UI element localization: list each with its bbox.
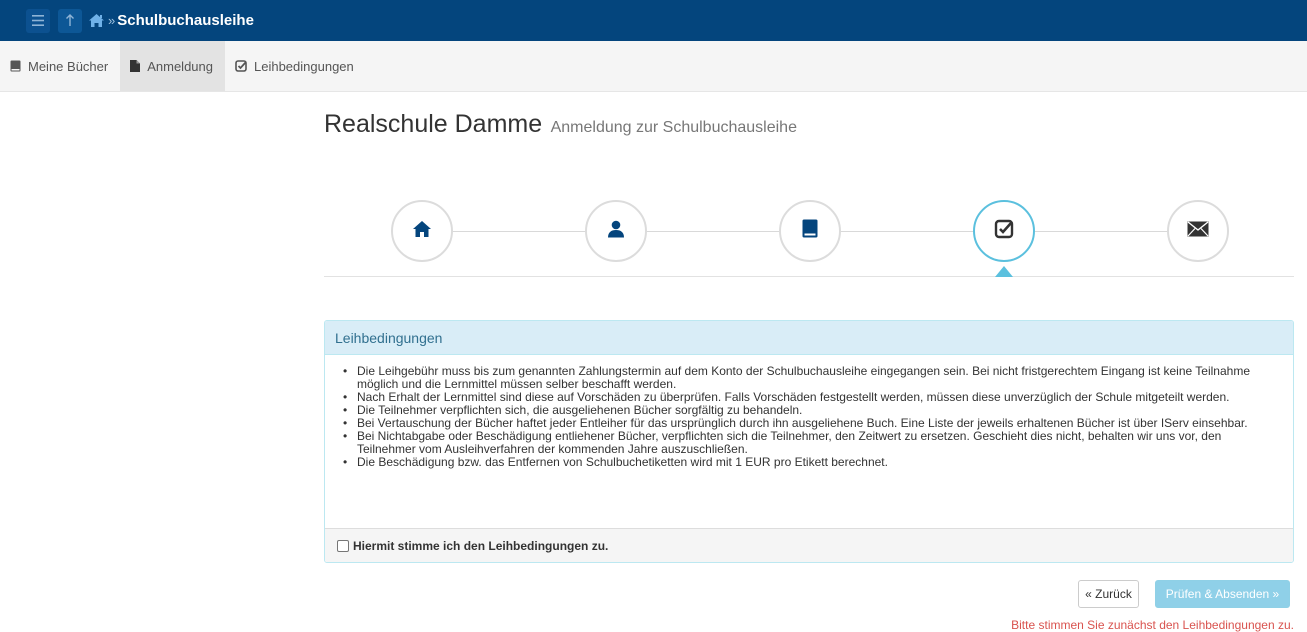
- page-title: Realschule Damme Anmeldung zur Schulbuch…: [324, 110, 797, 139]
- panel-body: Die Leihgebühr muss bis zum genannten Za…: [325, 355, 1293, 528]
- breadcrumb-title[interactable]: Schulbuchausleihe: [117, 12, 254, 29]
- submit-button[interactable]: Prüfen & Absenden »: [1155, 580, 1290, 608]
- list-item: Die Leihgebühr muss bis zum genannten Za…: [339, 365, 1273, 391]
- list-item: Die Beschädigung bzw. das Entfernen von …: [339, 456, 1273, 470]
- home-icon[interactable]: [88, 13, 105, 28]
- wizard-step-home[interactable]: [391, 200, 453, 262]
- home-icon: [412, 220, 432, 243]
- wizard-step-books[interactable]: [779, 200, 841, 262]
- conditions-list: Die Leihgebühr muss bis zum genannten Za…: [339, 365, 1273, 470]
- wizard-step-user[interactable]: [585, 200, 647, 262]
- tab-label: Meine Bücher: [28, 58, 109, 74]
- agreement-row: Hiermit stimme ich den Leihbedingungen z…: [325, 528, 1293, 562]
- school-name: Realschule Damme: [324, 110, 543, 138]
- agree-checkbox[interactable]: [337, 540, 349, 552]
- check-square-icon: [235, 60, 247, 72]
- wizard-step-submit[interactable]: [1167, 200, 1229, 262]
- breadcrumb-separator: »: [108, 13, 116, 28]
- book-icon: [10, 60, 21, 72]
- tab-label: Anmeldung: [147, 58, 213, 74]
- file-icon: [130, 60, 141, 72]
- hamburger-icon[interactable]: [26, 8, 50, 33]
- panel-title: Leihbedingungen: [325, 321, 1293, 355]
- tab-meine-buecher[interactable]: Meine Bücher: [0, 41, 120, 91]
- tab-label: Leihbedingungen: [254, 58, 354, 74]
- page-subtitle: Anmeldung zur Schulbuchausleihe: [550, 119, 797, 136]
- conditions-panel: Leihbedingungen Die Leihgebühr muss bis …: [324, 320, 1294, 563]
- wizard-step-conditions[interactable]: [973, 200, 1035, 262]
- agree-checkbox-label[interactable]: Hiermit stimme ich den Leihbedingungen z…: [353, 539, 608, 553]
- tab-anmeldung[interactable]: Anmeldung: [120, 41, 225, 91]
- check-square-icon: [994, 219, 1014, 244]
- arrow-up-icon[interactable]: [58, 8, 82, 33]
- breadcrumb: » Schulbuchausleihe: [88, 12, 254, 29]
- user-icon: [607, 220, 625, 243]
- tab-bar: Meine Bücher Anmeldung Leihbedingungen: [0, 41, 1307, 92]
- envelope-icon: [1187, 220, 1209, 242]
- active-step-indicator: [995, 266, 1013, 277]
- wizard-steps: [324, 200, 1294, 277]
- top-navbar: » Schulbuchausleihe: [0, 0, 1307, 41]
- book-icon: [802, 219, 818, 243]
- tab-leihbedingungen[interactable]: Leihbedingungen: [225, 41, 366, 91]
- list-item: Bei Nichtabgabe oder Beschädigung entlie…: [339, 430, 1273, 456]
- back-button[interactable]: « Zurück: [1078, 580, 1139, 608]
